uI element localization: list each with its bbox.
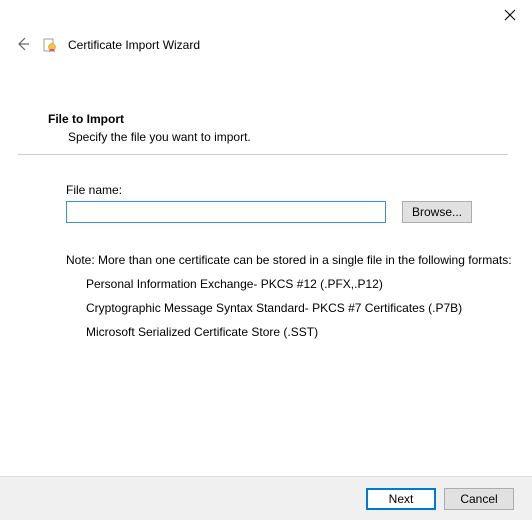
format-item: Cryptographic Message Syntax Standard- P… — [66, 301, 512, 315]
certificate-icon — [42, 37, 58, 53]
format-item: Microsoft Serialized Certificate Store (… — [66, 325, 512, 339]
divider — [18, 154, 508, 155]
page-heading: File to Import — [48, 112, 512, 126]
content-area: File to Import Specify the file you want… — [0, 54, 532, 339]
wizard-title: Certificate Import Wizard — [68, 38, 200, 52]
next-button[interactable]: Next — [366, 488, 436, 510]
back-arrow-icon — [15, 36, 31, 55]
close-icon — [504, 9, 516, 24]
wizard-header: Certificate Import Wizard — [0, 0, 532, 54]
note-intro: Note: More than one certificate can be s… — [66, 253, 512, 267]
cancel-button[interactable]: Cancel — [444, 488, 514, 510]
close-button[interactable] — [500, 6, 520, 26]
file-name-input[interactable] — [66, 201, 386, 223]
format-item: Personal Information Exchange- PKCS #12 … — [66, 277, 512, 291]
page-subheading: Specify the file you want to import. — [48, 126, 512, 144]
back-button[interactable] — [14, 36, 32, 54]
file-name-label: File name: — [66, 183, 512, 197]
footer-bar: Next Cancel — [0, 476, 532, 520]
browse-button[interactable]: Browse... — [402, 201, 472, 223]
